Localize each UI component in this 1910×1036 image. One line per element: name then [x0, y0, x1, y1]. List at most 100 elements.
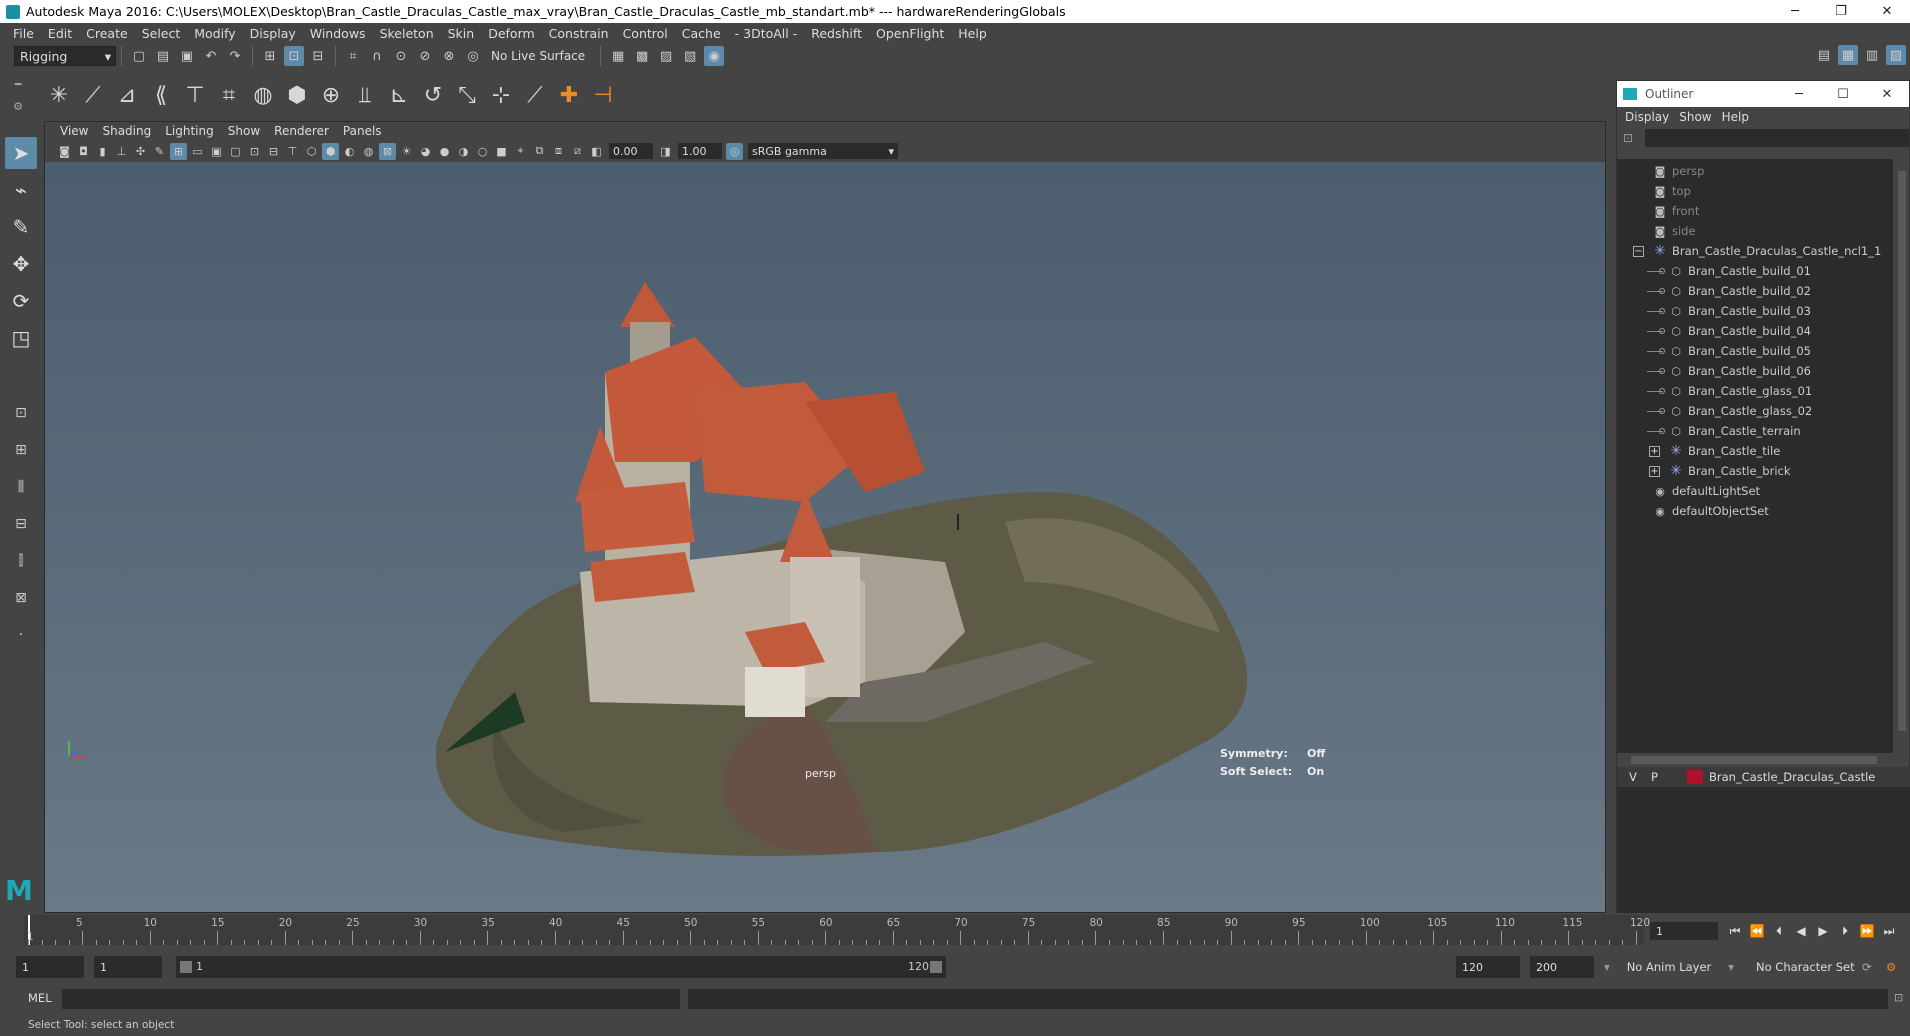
gamma-icon[interactable]: ◨: [657, 143, 674, 160]
outliner-search-input[interactable]: [1645, 129, 1909, 147]
viewport-menu-lighting[interactable]: Lighting: [158, 124, 221, 138]
outliner-item[interactable]: ◙ top: [1617, 181, 1893, 201]
outliner-item[interactable]: + ✳ Bran_Castle_brick: [1617, 461, 1893, 481]
render-settings-icon[interactable]: ▦: [608, 46, 628, 66]
default-material-icon[interactable]: ◐: [341, 143, 358, 160]
paint-select-tool-icon[interactable]: ✎: [5, 211, 37, 243]
undo-icon[interactable]: ↶: [201, 46, 221, 66]
ik-handle-icon[interactable]: ⊿: [112, 79, 142, 111]
menu-control[interactable]: Control: [616, 26, 675, 41]
snap-view-icon[interactable]: ⊘: [415, 46, 435, 66]
orient-constraint-icon[interactable]: ↺: [418, 79, 448, 111]
lattice-icon[interactable]: ◍: [248, 79, 278, 111]
image-plane-icon[interactable]: ⊥: [113, 143, 130, 160]
menu-modify[interactable]: Modify: [187, 26, 242, 41]
character-set-dropdown[interactable]: No Character Set: [1756, 956, 1855, 978]
tool-settings-icon[interactable]: ▥: [1862, 45, 1882, 65]
smooth-shade-icon[interactable]: ⬢: [322, 142, 339, 160]
menu-file[interactable]: File: [6, 26, 41, 41]
resolution-gate-icon[interactable]: ▣: [208, 143, 225, 160]
go-to-end-icon[interactable]: ⏭: [1878, 922, 1900, 940]
step-back-key-icon[interactable]: ⏪: [1746, 922, 1768, 940]
use-all-lights-icon[interactable]: ☀: [398, 143, 415, 160]
outliner-item[interactable]: ◉ defaultLightSet: [1617, 481, 1893, 501]
outliner-menu-show[interactable]: Show: [1677, 110, 1719, 124]
snap-surface-icon[interactable]: ⊗: [439, 46, 459, 66]
shelf-tab-handle[interactable]: ━ ⚙: [8, 73, 28, 117]
restore-button[interactable]: ❐: [1818, 0, 1864, 23]
safe-title-icon[interactable]: ⊤: [284, 143, 301, 160]
expand-icon[interactable]: +: [1649, 465, 1660, 477]
command-input[interactable]: [62, 989, 680, 1009]
viewport-menu-show[interactable]: Show: [221, 124, 267, 138]
viewport-menu-shading[interactable]: Shading: [95, 124, 158, 138]
menu-openflight[interactable]: OpenFlight: [869, 26, 951, 41]
minimize-button[interactable]: ─: [1772, 0, 1818, 23]
parent-constraint-icon[interactable]: ⊹: [486, 79, 516, 111]
command-language-label[interactable]: MEL: [28, 991, 52, 1005]
layout-options-icon[interactable]: ·: [6, 621, 36, 649]
pole-vector-icon[interactable]: ⟋: [520, 79, 550, 111]
grease-pencil-icon[interactable]: ✎: [151, 143, 168, 160]
multisample-aa-icon[interactable]: ○: [474, 143, 491, 160]
outliner-close-button[interactable]: ✕: [1865, 81, 1909, 107]
camera-icon[interactable]: ◙: [56, 143, 73, 160]
menu-set-dropdown[interactable]: Rigging ▾: [14, 46, 116, 66]
outliner-vertical-scrollbar[interactable]: [1895, 159, 1909, 753]
aim-constraint-icon[interactable]: ⊾: [384, 79, 414, 111]
isolate-select-icon[interactable]: ⌖: [512, 143, 529, 160]
new-scene-icon[interactable]: ▢: [129, 46, 149, 66]
render-frame-icon[interactable]: ▩: [632, 46, 652, 66]
play-forwards-icon[interactable]: ▶: [1812, 922, 1834, 940]
viewport-menu-view[interactable]: View: [53, 124, 95, 138]
cluster-icon[interactable]: ⌗: [214, 79, 244, 111]
grid-icon[interactable]: ⊞: [170, 142, 187, 160]
textured-icon[interactable]: ⊠: [379, 142, 396, 160]
point-constraint-icon[interactable]: ⫫: [350, 79, 380, 111]
modeling-toolkit-icon[interactable]: ▤: [1814, 45, 1834, 65]
ik-fk-switch-icon[interactable]: ⊣: [588, 79, 618, 111]
two-pane-layout-icon[interactable]: ⫼: [6, 473, 36, 501]
xray-components-icon[interactable]: ⧄: [569, 143, 586, 160]
menu-constrain[interactable]: Constrain: [542, 26, 616, 41]
layer-visibility-toggle[interactable]: V: [1629, 770, 1651, 784]
step-back-frame-icon[interactable]: ⏴: [1768, 922, 1790, 940]
outliner-item[interactable]: ◙ front: [1617, 201, 1893, 221]
animation-start-field[interactable]: 1: [16, 956, 84, 978]
lasso-tool-icon[interactable]: ⌁: [5, 174, 37, 206]
menu-display[interactable]: Display: [243, 26, 303, 41]
motion-blur-icon[interactable]: ◑: [455, 143, 472, 160]
exposure-icon[interactable]: ◧: [588, 143, 605, 160]
bookmark-icon[interactable]: ▮: [94, 143, 111, 160]
gamma-field[interactable]: 1.00: [678, 143, 722, 159]
screen-space-ao-icon[interactable]: ●: [436, 143, 453, 160]
two-d-pan-icon[interactable]: ✣: [132, 143, 149, 160]
film-gate-icon[interactable]: ▭: [189, 143, 206, 160]
exposure-field[interactable]: 0.00: [609, 143, 653, 159]
graph-persp-layout-icon[interactable]: ⫿: [6, 547, 36, 575]
menu-redshift[interactable]: Redshift: [804, 26, 869, 41]
live-surface-icon[interactable]: ◎: [463, 46, 483, 66]
select-hierarchy-icon[interactable]: ⊞: [260, 46, 280, 66]
search-options-icon[interactable]: ⊡: [1623, 131, 1633, 145]
viewport-menu-renderer[interactable]: Renderer: [267, 124, 336, 138]
wireframe-icon[interactable]: ⬡: [303, 143, 320, 160]
animation-end-field[interactable]: 200: [1530, 956, 1594, 978]
range-end-handle[interactable]: [930, 961, 942, 973]
insert-joint-icon[interactable]: ⟋: [78, 79, 108, 111]
camera-attributes-icon[interactable]: ◘: [75, 143, 92, 160]
viewport-menu-panels[interactable]: Panels: [336, 124, 389, 138]
hypershade-persp-layout-icon[interactable]: ⊠: [6, 584, 36, 612]
redo-icon[interactable]: ↷: [225, 46, 245, 66]
gate-mask-icon[interactable]: ▢: [227, 143, 244, 160]
move-tool-icon[interactable]: ✥: [5, 248, 37, 280]
viewport-3d[interactable]: Symmetry: Off Soft Select: On persp: [45, 162, 1605, 912]
render-view-icon[interactable]: ▧: [680, 46, 700, 66]
menu-create[interactable]: Create: [79, 26, 135, 41]
outliner-menu-display[interactable]: Display: [1623, 110, 1677, 124]
playback-end-field[interactable]: 120: [1456, 956, 1520, 978]
scale-constraint-icon[interactable]: ⤡: [452, 79, 482, 111]
field-chart-icon[interactable]: ⊡: [246, 143, 263, 160]
select-component-icon[interactable]: ⊟: [308, 46, 328, 66]
current-frame-field[interactable]: 1: [1650, 922, 1718, 940]
